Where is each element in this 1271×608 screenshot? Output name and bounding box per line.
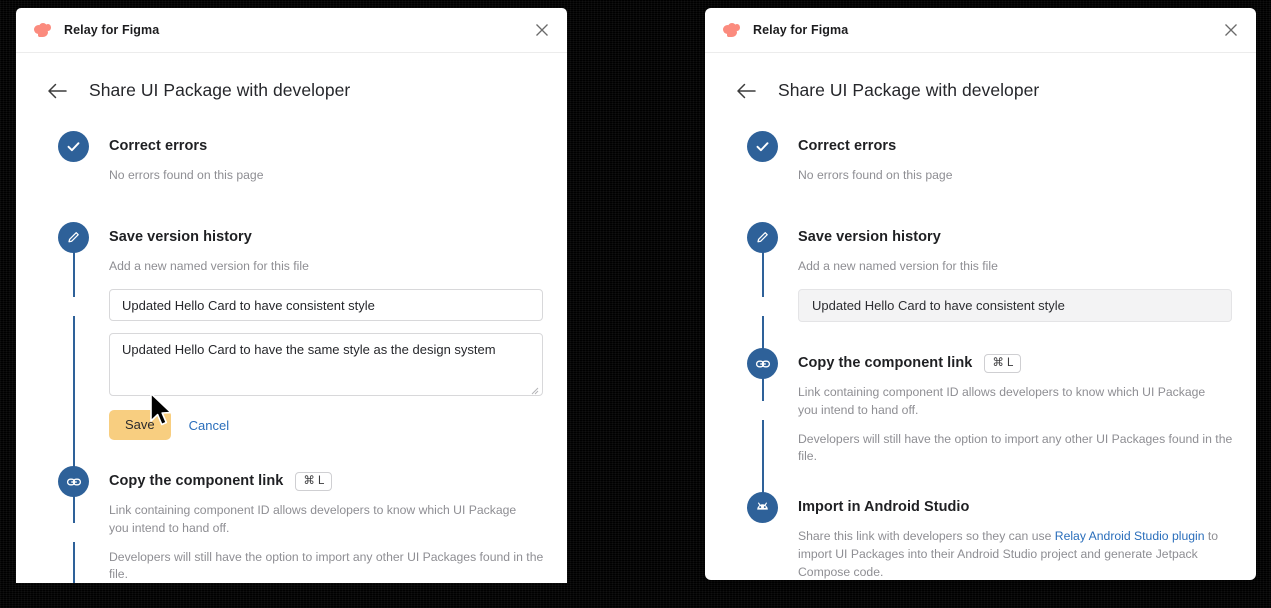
check-circle-icon [747, 131, 778, 162]
cancel-button[interactable]: Cancel [189, 418, 229, 433]
step-title-row: Copy the component link ⌘ L [109, 469, 567, 493]
step-import-android-studio: Import in Android Studio Share this link… [705, 492, 1256, 580]
step-title: Save version history [798, 228, 941, 245]
step-connector-3 [73, 542, 75, 583]
step-copy-component-link: Copy the component link ⌘ L Link contain… [705, 348, 1256, 466]
step-body: Import in Android Studio Share this link… [778, 492, 1256, 580]
arrow-left-icon[interactable] [46, 80, 68, 102]
step-subtitle: Add a new named version for this file [798, 258, 998, 273]
steps-list-left: Correct errors No errors found on this p… [16, 109, 567, 583]
step-title-row: Save version history [798, 225, 1256, 249]
link-circle-icon [747, 348, 778, 380]
step-copy-component-link: Copy the component link ⌘ L Link contain… [16, 466, 567, 583]
step-title-row: Import in Android Studio [798, 495, 1256, 519]
version-description-wrapper: Updated Hello Card to have the same styl… [109, 333, 543, 397]
close-icon[interactable] [1218, 17, 1244, 43]
steps-list-right: Correct errors No errors found on this p… [705, 109, 1256, 580]
step-paragraph: Share this link with developers so they … [798, 528, 1238, 580]
page-header: Share UI Package with developer [705, 53, 1256, 109]
step-body: Save version history Add a new named ver… [778, 222, 1256, 323]
step-title-row: Correct errors [798, 134, 1256, 158]
step-paragraph-2: Developers will still have the option to… [109, 549, 544, 582]
step-paragraph-2: Developers will still have the option to… [798, 431, 1233, 464]
android-text-before-link: Share this link with developers so they … [798, 529, 1055, 544]
page-header: Share UI Package with developer [16, 53, 567, 109]
step-body: Save version history Add a new named ver… [89, 222, 567, 441]
link-circle-icon [58, 466, 89, 498]
step-title-row: Correct errors [109, 134, 567, 158]
step-subtitle: Add a new named version for this file [109, 258, 309, 273]
step-paragraph-1: Link containing component ID allows deve… [109, 503, 517, 536]
version-description-textarea[interactable]: Updated Hello Card to have the same styl… [109, 333, 543, 397]
step-title: Correct errors [109, 138, 208, 154]
relay-logo-icon [723, 23, 740, 37]
arrow-left-icon[interactable] [735, 80, 757, 102]
step-title: Import in Android Studio [798, 499, 970, 516]
step-paragraph-1: Link containing component ID allows deve… [798, 385, 1206, 418]
step-body: Copy the component link ⌘ L Link contain… [778, 348, 1256, 466]
android-circle-icon [747, 492, 778, 524]
relay-logo-icon [34, 23, 51, 37]
step-correct-errors: Correct errors No errors found on this p… [705, 131, 1256, 185]
saved-version-name-value[interactable]: Updated Hello Card to have consistent st… [798, 289, 1232, 323]
step-body: Correct errors No errors found on this p… [89, 131, 567, 185]
page-title: Share UI Package with developer [778, 80, 1040, 100]
version-form-actions: Save Cancel [109, 410, 567, 441]
step-save-version-history: Save version history Add a new named ver… [16, 221, 567, 441]
step-title-row: Save version history [109, 225, 567, 249]
step-title: Save version history [109, 228, 252, 245]
save-button[interactable]: Save [109, 410, 171, 441]
title-bar: Relay for Figma [16, 8, 567, 53]
relay-plugin-window-after: Relay for Figma Share UI Package with de… [705, 8, 1256, 580]
copy-link-shortcut-badge[interactable]: ⌘ L [295, 471, 333, 492]
step-body: Copy the component link ⌘ L Link contain… [89, 466, 567, 583]
step-save-version-history: Save version history Add a new named ver… [705, 221, 1256, 323]
page-title: Share UI Package with developer [89, 80, 351, 100]
brand-title: Relay for Figma [753, 23, 849, 37]
pencil-circle-icon [58, 221, 89, 253]
brand: Relay for Figma [34, 23, 159, 37]
relay-plugin-window-before: Relay for Figma Share UI Package with de… [16, 8, 567, 583]
step-subtitle: No errors found on this page [109, 168, 264, 182]
relay-android-studio-plugin-link[interactable]: Relay Android Studio plugin [1055, 529, 1205, 543]
step-title: Copy the component link [109, 473, 284, 490]
copy-link-shortcut-badge[interactable]: ⌘ L [984, 353, 1022, 374]
step-correct-errors: Correct errors No errors found on this p… [16, 131, 567, 185]
step-title: Correct errors [798, 138, 897, 154]
step-subtitle: No errors found on this page [798, 168, 953, 182]
brand-title: Relay for Figma [64, 23, 160, 37]
step-title-row: Copy the component link ⌘ L [798, 351, 1256, 375]
pencil-circle-icon [747, 221, 778, 253]
close-icon[interactable] [529, 17, 555, 43]
screenshot-stage: Relay for Figma Share UI Package with de… [0, 0, 1271, 608]
version-name-input[interactable] [109, 289, 543, 322]
step-title: Copy the component link [798, 355, 973, 372]
brand: Relay for Figma [723, 23, 848, 37]
check-circle-icon [58, 131, 89, 162]
title-bar: Relay for Figma [705, 8, 1256, 53]
step-body: Correct errors No errors found on this p… [778, 131, 1256, 185]
